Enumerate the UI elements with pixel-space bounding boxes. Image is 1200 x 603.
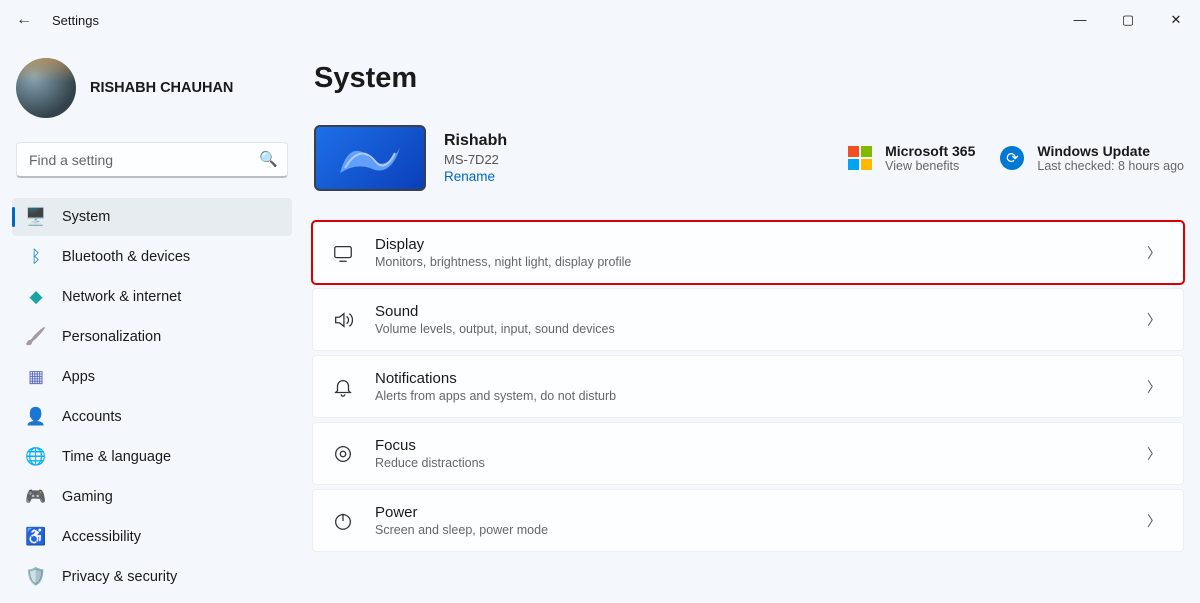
gaming-icon: 🎮 (26, 487, 46, 507)
main: System Rishabh MS-7D22 Rename Microsoft … (300, 40, 1200, 603)
setting-title: Sound (375, 303, 615, 320)
focus-icon (331, 442, 355, 466)
pc-name: Rishabh (444, 132, 507, 150)
search-icon: 🔍 (259, 150, 278, 168)
setting-sub: Monitors, brightness, night light, displ… (375, 255, 631, 269)
info-cards: Microsoft 365 View benefits ⟳ Windows Up… (847, 143, 1184, 173)
bluetooth-icon: ᛒ (26, 247, 46, 267)
window-title: Settings (52, 13, 99, 28)
setting-title: Focus (375, 437, 485, 454)
setting-text: Display Monitors, brightness, night light… (375, 236, 631, 269)
sidebar-item-label: Time & language (62, 449, 171, 465)
setting-sub: Reduce distractions (375, 456, 485, 470)
m365-card[interactable]: Microsoft 365 View benefits (847, 143, 975, 173)
setting-sub: Screen and sleep, power mode (375, 523, 548, 537)
network-icon: ◆ (26, 287, 46, 307)
sidebar-item-label: Apps (62, 369, 95, 385)
pc-rename-link[interactable]: Rename (444, 169, 507, 184)
notifications-icon (331, 375, 355, 399)
setting-title: Power (375, 504, 548, 521)
windows-update-card[interactable]: ⟳ Windows Update Last checked: 8 hours a… (999, 143, 1184, 173)
maximize-button[interactable]: ▢ (1116, 12, 1140, 28)
setting-text: Power Screen and sleep, power mode (375, 504, 548, 537)
chevron-right-icon: 〉 (1147, 511, 1161, 531)
setting-text: Sound Volume levels, output, input, sound… (375, 303, 615, 336)
sidebar-item-system[interactable]: 🖥️ System (12, 198, 292, 236)
m365-title: Microsoft 365 (885, 143, 975, 159)
sidebar-item-personalization[interactable]: 🖌️ Personalization (12, 318, 292, 356)
time-icon: 🌐 (26, 447, 46, 467)
sidebar-item-bluetooth[interactable]: ᛒ Bluetooth & devices (12, 238, 292, 276)
chevron-right-icon: 〉 (1147, 444, 1161, 464)
sidebar-item-gaming[interactable]: 🎮 Gaming (12, 478, 292, 516)
sidebar-item-privacy[interactable]: 🛡️ Privacy & security (12, 558, 292, 596)
back-button[interactable]: ← (12, 11, 36, 29)
window-controls: — ▢ ✕ (1068, 12, 1188, 28)
setting-text: Focus Reduce distractions (375, 437, 485, 470)
setting-focus[interactable]: Focus Reduce distractions 〉 (312, 422, 1184, 485)
wu-sub: Last checked: 8 hours ago (1037, 159, 1184, 173)
chevron-right-icon: 〉 (1147, 310, 1161, 330)
pc-thumbnail[interactable] (314, 125, 426, 191)
sidebar-item-network[interactable]: ◆ Network & internet (12, 278, 292, 316)
accessibility-icon: ♿ (26, 527, 46, 547)
personalization-icon: 🖌️ (26, 327, 46, 347)
setting-list: Display Monitors, brightness, night light… (312, 221, 1184, 552)
sidebar-item-label: System (62, 209, 110, 225)
sidebar-item-label: Gaming (62, 489, 113, 505)
setting-power[interactable]: Power Screen and sleep, power mode 〉 (312, 489, 1184, 552)
setting-text: Notifications Alerts from apps and system… (375, 370, 616, 403)
setting-notifications[interactable]: Notifications Alerts from apps and system… (312, 355, 1184, 418)
power-icon (331, 509, 355, 533)
nav: 🖥️ System ᛒ Bluetooth & devices ◆ Network & i… (12, 198, 292, 596)
search-wrap: 🔍 (16, 142, 288, 178)
page-title: System (312, 62, 1184, 95)
privacy-icon: 🛡️ (26, 567, 46, 587)
user-profile[interactable]: RISHABH CHAUHAN (12, 58, 292, 118)
sidebar-item-label: Network & internet (62, 289, 181, 305)
minimize-button[interactable]: — (1068, 12, 1092, 28)
display-icon (331, 241, 355, 265)
sidebar-item-accessibility[interactable]: ♿ Accessibility (12, 518, 292, 556)
sidebar-item-label: Bluetooth & devices (62, 249, 190, 265)
accounts-icon: 👤 (26, 407, 46, 427)
microsoft-icon (847, 145, 873, 171)
sidebar-item-label: Accessibility (62, 529, 141, 545)
pc-info-row: Rishabh MS-7D22 Rename Microsoft 365 Vie… (312, 125, 1184, 191)
setting-title: Notifications (375, 370, 616, 387)
sidebar-item-label: Privacy & security (62, 569, 177, 585)
apps-icon: ▦ (26, 367, 46, 387)
chevron-right-icon: 〉 (1147, 377, 1161, 397)
setting-sound[interactable]: Sound Volume levels, output, input, sound… (312, 288, 1184, 351)
sidebar-item-apps[interactable]: ▦ Apps (12, 358, 292, 396)
bloom-icon (330, 133, 410, 183)
titlebar: ← Settings — ▢ ✕ (0, 0, 1200, 40)
sound-icon (331, 308, 355, 332)
sidebar-item-accounts[interactable]: 👤 Accounts (12, 398, 292, 436)
sidebar-item-label: Accounts (62, 409, 122, 425)
chevron-right-icon: 〉 (1147, 243, 1161, 263)
setting-display[interactable]: Display Monitors, brightness, night light… (312, 221, 1184, 284)
setting-sub: Volume levels, output, input, sound devi… (375, 322, 615, 336)
setting-title: Display (375, 236, 631, 253)
close-button[interactable]: ✕ (1164, 12, 1188, 28)
search-input[interactable] (16, 142, 288, 178)
sidebar-item-label: Personalization (62, 329, 161, 345)
avatar (16, 58, 76, 118)
user-name: RISHABH CHAUHAN (90, 80, 233, 96)
setting-sub: Alerts from apps and system, do not dist… (375, 389, 616, 403)
system-icon: 🖥️ (26, 207, 46, 227)
sidebar-item-time[interactable]: 🌐 Time & language (12, 438, 292, 476)
pc-meta: Rishabh MS-7D22 Rename (444, 132, 507, 184)
sidebar: RISHABH CHAUHAN 🔍 🖥️ System ᛒ Bluetooth & d… (0, 40, 300, 603)
pc-model: MS-7D22 (444, 152, 507, 167)
wu-title: Windows Update (1037, 143, 1184, 159)
sync-icon: ⟳ (999, 145, 1025, 171)
m365-sub: View benefits (885, 159, 975, 173)
